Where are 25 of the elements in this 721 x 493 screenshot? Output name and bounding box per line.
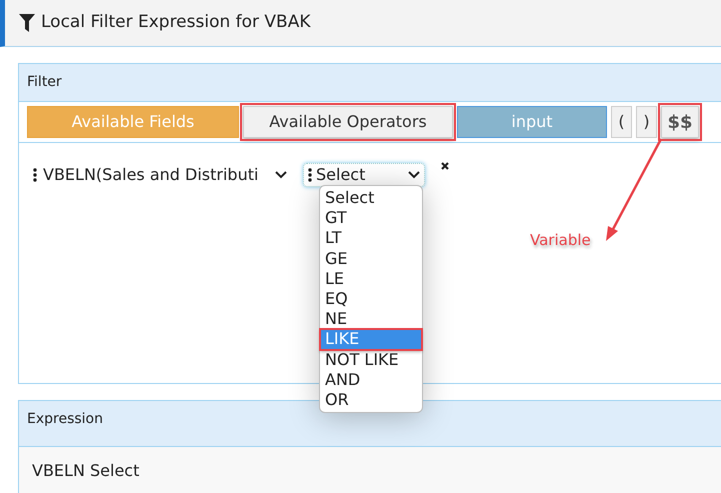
dropdown-option[interactable]: LE [320, 268, 422, 290]
dropdown-option[interactable]: GE [320, 248, 422, 269]
chevron-icon[interactable] [275, 171, 287, 179]
dropdown-option[interactable]: EQ [320, 289, 422, 310]
filter-icon [19, 14, 35, 32]
operator-select[interactable]: Select [303, 163, 425, 187]
toolbar-button[interactable]: Available Operators [243, 106, 453, 138]
dropdown-option[interactable]: NOT LIKE [320, 350, 422, 370]
dropdown-option[interactable]: NE [320, 309, 422, 330]
drag-handle-icon[interactable] [33, 168, 37, 182]
expression-text: VBELN Select [19, 447, 721, 493]
toolbar-button[interactable]: $$ [661, 106, 699, 138]
close-icon[interactable] [440, 161, 450, 171]
toolbar-button[interactable]: ) [636, 106, 657, 138]
section-header: Filter [19, 64, 721, 102]
dropdown-option[interactable]: Select [320, 188, 422, 208]
toolbar-button[interactable]: ( [611, 106, 632, 138]
dropdown-option[interactable]: LT [320, 228, 422, 249]
dropdown-option[interactable]: AND [320, 370, 422, 390]
field-name: VBELN(Sales and Distributi [43, 164, 260, 186]
dropdown-option[interactable]: GT [320, 208, 422, 228]
drag-handle-icon [308, 168, 312, 182]
chevron-icon [408, 171, 420, 179]
panel-title: Local Filter Expression for VBAK [41, 11, 311, 34]
annotation-label: Variable [530, 230, 591, 251]
